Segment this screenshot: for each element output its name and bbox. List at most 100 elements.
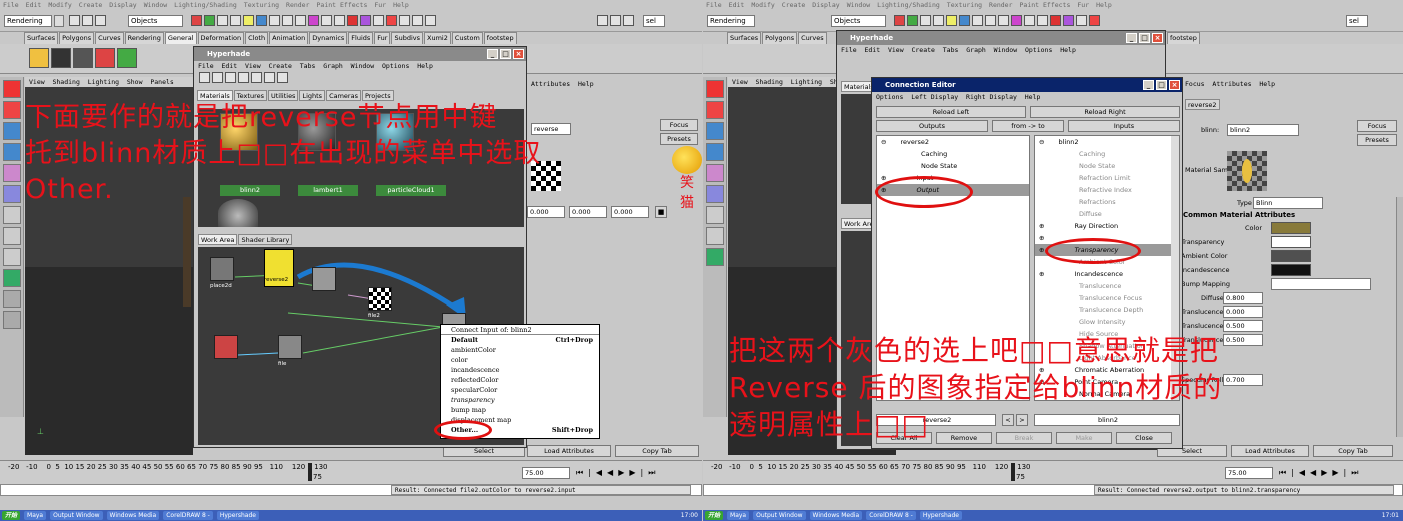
right-attr-translucence-depth[interactable]: Translucence Depth <box>1035 304 1179 316</box>
history-icon[interactable] <box>972 15 983 26</box>
hs-menu-edit[interactable]: Edit <box>221 62 237 70</box>
menu-create[interactable]: Create <box>79 1 102 9</box>
attr-value-1[interactable]: 0.000 <box>569 206 607 218</box>
graph-up-icon[interactable] <box>264 72 275 83</box>
attr-menu-attributes-r[interactable]: Attributes <box>1212 80 1251 88</box>
outliner-icon[interactable] <box>425 15 436 26</box>
shelf-tab-fur[interactable]: Fur <box>374 32 391 44</box>
layout-graph-icon[interactable] <box>3 290 21 308</box>
viewport-menu-shading[interactable]: Shading <box>52 78 79 86</box>
right-attr-diffuse[interactable]: Diffuse <box>1035 208 1179 220</box>
lasso-tool-icon[interactable] <box>706 101 724 119</box>
shelf-tab-footstep[interactable]: footstep <box>483 32 517 44</box>
snap-curve-icon[interactable] <box>946 15 957 26</box>
menu-item-incandescence[interactable]: incandescence <box>441 365 599 375</box>
clear-graph-icon[interactable] <box>238 72 249 83</box>
viewport-menu-lighting-r[interactable]: Lighting <box>791 78 822 86</box>
save-scene-icon[interactable] <box>95 15 106 26</box>
select-tool-icon[interactable] <box>706 80 724 98</box>
shelf-tab-curves[interactable]: Curves <box>95 32 124 44</box>
viewport-menu-lighting[interactable]: Lighting <box>88 78 119 86</box>
shelf-tab-general[interactable]: General <box>164 32 197 44</box>
end-frame-field-r[interactable]: 75.00 <box>1225 467 1273 479</box>
select-by-hierarchy-icon[interactable] <box>894 15 905 26</box>
ambient-swatch[interactable] <box>1271 250 1311 262</box>
command-line[interactable]: Result: Connected file2.outColor to reve… <box>0 484 702 496</box>
render-globals-icon[interactable] <box>308 15 319 26</box>
select-by-component-icon[interactable] <box>920 15 931 26</box>
menu-item-reflectedcolor[interactable]: reflectedColor <box>441 375 599 385</box>
ipr-render-icon[interactable] <box>998 15 1009 26</box>
focus-button-r[interactable]: Focus <box>1357 120 1397 132</box>
diffuse-field[interactable]: 0.800 <box>1223 292 1263 304</box>
shelf-tab-curves-r[interactable]: Curves <box>798 32 827 44</box>
node-place2d[interactable] <box>210 257 234 281</box>
ce-menu-options[interactable]: Options <box>876 93 903 101</box>
left-attr-caching[interactable]: Caching <box>877 148 1029 160</box>
menu-render[interactable]: Render <box>286 1 309 9</box>
move-tool-icon[interactable] <box>3 122 21 140</box>
menu-modify[interactable]: Modify <box>48 1 71 9</box>
paint-icon[interactable] <box>386 15 397 26</box>
layout-persp-icon[interactable] <box>3 227 21 245</box>
color-swatch[interactable] <box>1271 222 1311 234</box>
magnet-icon[interactable] <box>347 15 358 26</box>
lock-icon[interactable] <box>334 15 345 26</box>
menu-lighting-shading-r[interactable]: Lighting/Shading <box>877 1 940 9</box>
task-maya-r[interactable]: Maya <box>727 511 750 520</box>
current-time-marker[interactable] <box>308 463 312 481</box>
lasso-icon[interactable] <box>373 15 384 26</box>
menu-fur[interactable]: Fur <box>374 1 386 9</box>
viewport-menu-shading-r[interactable]: Shading <box>755 78 782 86</box>
left-arrow-icon[interactable] <box>212 72 223 83</box>
task-output-window-r[interactable]: Output Window <box>753 511 806 520</box>
menu-item-specularcolor[interactable]: specularColor <box>441 385 599 395</box>
mode-select[interactable]: Rendering <box>4 15 52 27</box>
snap-point-icon[interactable] <box>256 15 267 26</box>
move-tool-icon[interactable] <box>706 122 724 140</box>
magnet-icon[interactable] <box>1050 15 1061 26</box>
snap-grid-icon[interactable] <box>933 15 944 26</box>
presets-button[interactable]: Presets <box>660 133 698 145</box>
right-attr-refractive-index[interactable]: Refractive Index <box>1035 184 1179 196</box>
menu-item-bump-map[interactable]: bump map <box>441 405 599 415</box>
menu-item-transparency[interactable]: transparency <box>441 395 599 405</box>
viewport-menu-view-r[interactable]: View <box>732 78 748 86</box>
hs-menu-help[interactable]: Help <box>417 62 433 70</box>
close-icon[interactable]: × <box>513 49 524 59</box>
close-icon[interactable]: × <box>1169 80 1180 90</box>
sphere-icon[interactable] <box>1063 15 1074 26</box>
lock-icon[interactable] <box>1037 15 1048 26</box>
start-button-r[interactable]: 开始 <box>705 511 724 520</box>
menu-display-r[interactable]: Display <box>812 1 839 9</box>
rearrange-icon[interactable] <box>251 72 262 83</box>
menu-item-color[interactable]: color <box>441 355 599 365</box>
task-maya[interactable]: Maya <box>24 511 47 520</box>
layout-grid-icon[interactable] <box>610 15 621 26</box>
right-arrow-icon[interactable] <box>225 72 236 83</box>
layout-hypershade-icon[interactable] <box>3 311 21 329</box>
task-windows-media-r[interactable]: Windows Media <box>809 511 863 520</box>
right-attr-glow-intensity[interactable]: Glow Intensity <box>1035 316 1179 328</box>
menu-display[interactable]: Display <box>109 1 136 9</box>
rotate-tool-icon[interactable] <box>706 143 724 161</box>
translucence-field[interactable]: 0.000 <box>1223 306 1263 318</box>
snap-curve-icon[interactable] <box>243 15 254 26</box>
layout-outliner-icon[interactable] <box>706 248 724 266</box>
render-icon[interactable] <box>282 15 293 26</box>
translucence-focus-field[interactable]: 0.500 <box>1223 334 1263 346</box>
outputs-button[interactable]: Outputs <box>876 120 988 132</box>
translucence-depth-field[interactable]: 0.500 <box>1223 320 1263 332</box>
menu-help-r[interactable]: Help <box>1096 1 1112 9</box>
viewport-menu-view[interactable]: View <box>29 78 45 86</box>
graph-input-icon[interactable] <box>199 72 210 83</box>
right-attr-node-state[interactable]: Node State <box>1035 160 1179 172</box>
layout-quad-icon[interactable] <box>3 206 21 224</box>
right-attr-refractions[interactable]: Refractions <box>1035 196 1179 208</box>
paint-icon[interactable] <box>1089 15 1100 26</box>
shelf-tab-footstep-r[interactable]: footstep <box>1167 32 1200 44</box>
inputs-button[interactable]: Inputs <box>1068 120 1180 132</box>
shelf-green-tool-icon[interactable] <box>117 48 137 68</box>
script-icon[interactable] <box>399 15 410 26</box>
task-hypershade[interactable]: Hypershade <box>216 511 259 520</box>
